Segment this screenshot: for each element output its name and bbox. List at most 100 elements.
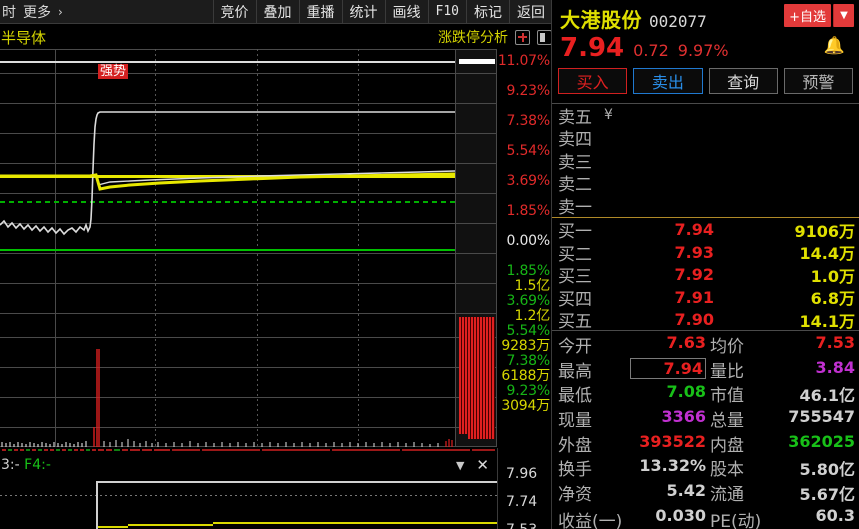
stat-key: 市值 [710, 386, 744, 407]
stat-key: 今开 [558, 337, 592, 357]
add-favorite-button[interactable]: +自选 [784, 4, 831, 27]
toolbar-time-label: 时 [2, 4, 16, 21]
f4-status-text: 3:- F4:- [0, 457, 51, 473]
chart-panel: 时 更多 › 竞价 叠加 重播 统计 画线 F10 标记 返回 半导体 涨跌停分… [0, 0, 552, 529]
stat-row: 今开 7.63 均价 7.53 [552, 331, 859, 357]
query-button[interactable]: 查询 [708, 68, 778, 94]
ask-row[interactable]: 卖三 [552, 149, 859, 173]
f4-status-bar: 3:- F4:- ▼ ✕ [0, 455, 497, 475]
tb-auction[interactable]: 竞价 [212, 0, 256, 24]
stat-value: 362025 [788, 431, 855, 451]
stat-value: 5.67亿 [799, 485, 855, 505]
bid-volume: 9106万 [794, 221, 855, 241]
sell-button[interactable]: 卖出 [633, 68, 703, 94]
bid-row[interactable]: 买一 7.94 9106万 [552, 219, 859, 242]
close-icon[interactable]: ✕ [476, 456, 489, 474]
stat-key: 外盘 [558, 435, 592, 456]
y-tick: 9.23% [506, 83, 551, 99]
stat-key: 现量 [558, 411, 592, 432]
bid-row[interactable]: 买五 7.90 14.1万 [552, 309, 859, 332]
tb-f10[interactable]: F10 [427, 0, 466, 24]
alert-button[interactable]: 预警 [783, 68, 853, 94]
mini-price-axis: 7.96 7.74 7.53 [506, 448, 552, 529]
bid-volume: 14.1万 [799, 311, 855, 331]
limit-analysis-link[interactable]: 涨跌停分析 [438, 27, 508, 47]
vol-tick: 9283万 [501, 338, 550, 354]
tb-drawline[interactable]: 画线 [384, 0, 428, 24]
y-tick: 0.00% [506, 233, 551, 249]
stat-key: 净资 [558, 485, 592, 506]
ask-label: 卖四 [558, 130, 592, 151]
stat-row: 现量 3366 总量 755547 [552, 405, 859, 432]
order-book[interactable]: 卖五 ¥ 卖四 卖三 卖二 卖一 买一 7.94 9106万 买二 7.93 1… [552, 103, 859, 332]
chevron-down-icon[interactable]: ▼ [456, 459, 464, 472]
y-tick: 11.07% [497, 53, 550, 69]
volume-bars [1, 349, 453, 447]
vol-tick: 6188万 [501, 368, 550, 384]
limit-up-cap [459, 59, 495, 64]
bid-price: 7.93 [674, 242, 714, 262]
stat-row: 最低 7.08 市值 46.1亿 [552, 380, 859, 407]
f4-prefix: 3: [1, 457, 15, 473]
tb-back[interactable]: 返回 [509, 0, 552, 24]
bid-price: 7.90 [674, 310, 714, 330]
plus-circle-icon[interactable] [515, 29, 530, 45]
ask-row[interactable]: 卖五 ¥ [552, 104, 859, 128]
volume-axis: 1.5亿 1.2亿 9283万 6188万 3094万 [499, 278, 552, 450]
ask-row[interactable]: 卖四 [552, 127, 859, 150]
bid-price: 7.91 [674, 287, 714, 307]
toolbar-left-group: 时 更多 › [0, 0, 63, 24]
buy-button[interactable]: 买入 [558, 68, 628, 94]
gridline-v [455, 49, 456, 447]
stat-row: 最高 7.94 量比 3.84 [552, 356, 859, 382]
stat-key: 最高 [558, 361, 592, 382]
stat-value: 13.32% [639, 456, 706, 476]
tb-stats[interactable]: 统计 [341, 0, 385, 24]
ask-label: 卖一 [558, 197, 592, 218]
stat-key: 均价 [710, 337, 744, 357]
stat-key: 股本 [710, 460, 744, 481]
bid-volume: 1.0万 [810, 266, 855, 286]
stat-value: 7.53 [815, 333, 855, 352]
price-summary: 7.94 0.72 9.97% [560, 33, 729, 63]
bid-row[interactable]: 买三 7.92 1.0万 [552, 264, 859, 287]
mini-chart[interactable] [0, 473, 497, 529]
stat-value: 0.030 [655, 505, 706, 525]
bid-volume: 14.4万 [799, 244, 855, 264]
mini-tick: 7.53 [506, 522, 537, 529]
stat-key: 量比 [710, 361, 744, 382]
stock-name: 大港股份 [560, 8, 642, 32]
chevron-right-icon[interactable]: › [58, 5, 63, 19]
chevron-down-icon[interactable]: ▼ [833, 4, 854, 27]
panel-layout-icon[interactable] [537, 29, 552, 45]
ask-row[interactable]: 卖二 [552, 172, 859, 195]
tb-replay[interactable]: 重播 [298, 0, 342, 24]
sector-bar: 半导体 涨跌停分析 [0, 25, 552, 49]
bid-row[interactable]: 买四 7.91 6.8万 [552, 286, 859, 310]
tick-color-strip [2, 449, 495, 451]
stock-identity: 大港股份 002077 [560, 4, 707, 33]
stat-row: 净资 5.42 流通 5.67亿 [552, 479, 859, 506]
bid-row[interactable]: 买二 7.93 14.4万 [552, 241, 859, 265]
stat-value-highlighted: 7.94 [630, 357, 706, 379]
stat-key: 总量 [710, 411, 744, 432]
bell-icon[interactable]: 🔔 [824, 36, 845, 56]
bid-label: 买一 [558, 222, 592, 243]
bid-label: 买三 [558, 267, 592, 288]
y-tick: 3.69% [506, 173, 551, 189]
bid-label: 买二 [558, 244, 592, 265]
stat-value: 46.1亿 [799, 386, 855, 406]
f4-label[interactable]: F4: [24, 457, 46, 473]
quote-header: 大港股份 002077 +自选 ▼ 7.94 0.72 9.97% 🔔 买入 卖… [552, 0, 859, 102]
bid-label: 买四 [558, 289, 592, 310]
toolbar-more-button[interactable]: 更多 [23, 2, 51, 22]
vol-tick: 1.2亿 [514, 308, 551, 324]
vol-tick: 3094万 [501, 398, 550, 414]
sector-name-label[interactable]: 半导体 [0, 27, 46, 48]
tb-overlay[interactable]: 叠加 [255, 0, 299, 24]
y-tick: 5.54% [506, 143, 551, 159]
ask-row[interactable]: 卖一 [552, 194, 859, 218]
stat-value: 3.84 [815, 357, 855, 377]
intraday-chart[interactable]: 强势 [0, 49, 552, 447]
tb-mark[interactable]: 标记 [466, 0, 509, 24]
